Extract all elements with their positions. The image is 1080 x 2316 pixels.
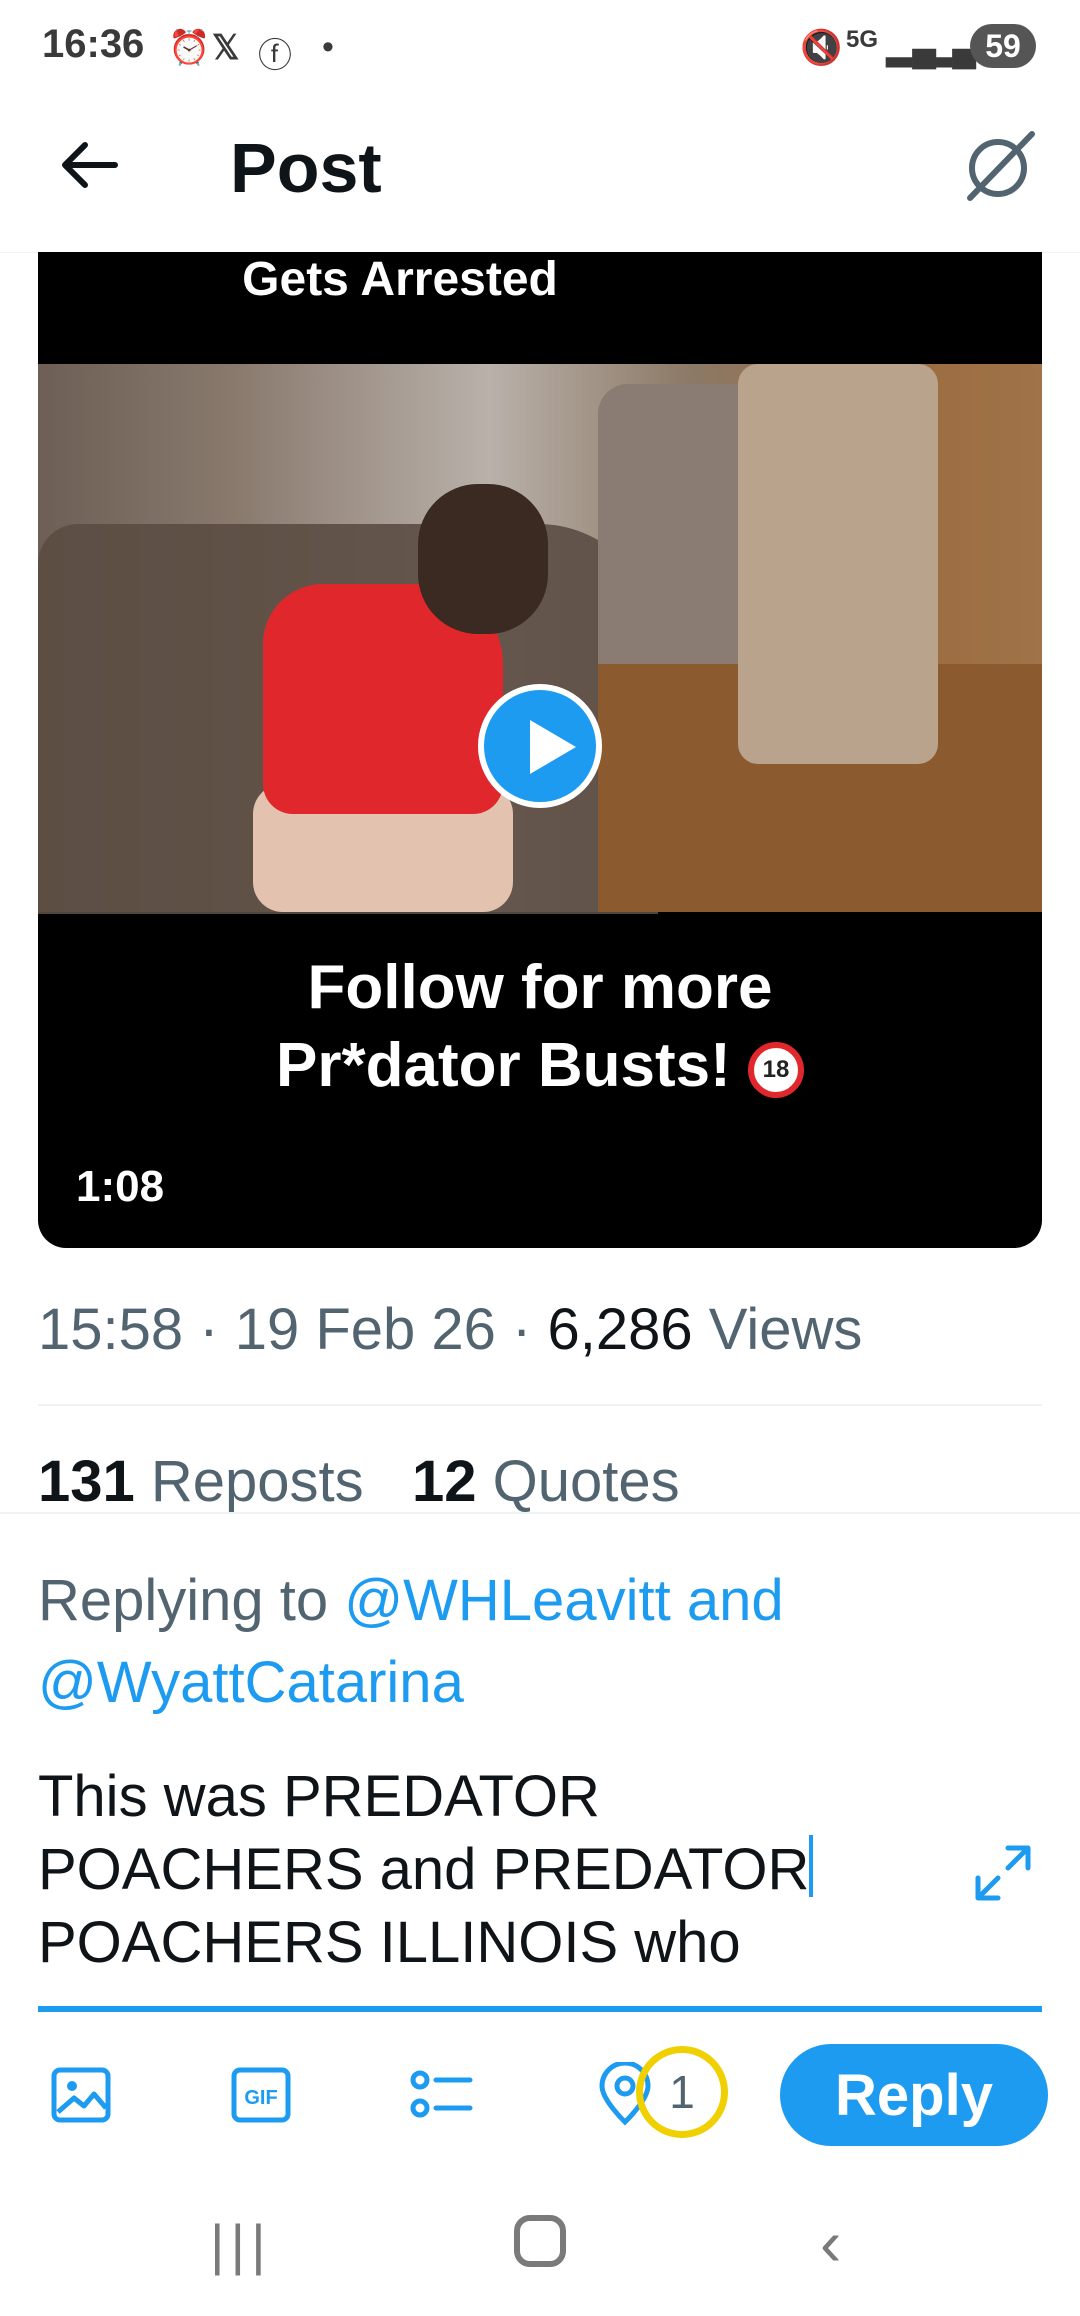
poll-icon[interactable] bbox=[408, 2062, 474, 2128]
dot-icon: • bbox=[322, 28, 334, 66]
play-icon bbox=[530, 720, 576, 774]
reply-text-line: This was PREDATOR bbox=[38, 1764, 600, 1829]
facebook-icon: ⓕ bbox=[258, 37, 292, 75]
input-underline bbox=[38, 2006, 1042, 2012]
mute-icon: 🔇 bbox=[800, 29, 843, 67]
x-icon: 𝕏 bbox=[212, 29, 240, 67]
views-count: 6,286 bbox=[547, 1297, 693, 1362]
video-thumbnail bbox=[38, 364, 1042, 914]
page-title: Post bbox=[230, 129, 382, 207]
video-top-caption: Gets Arrested bbox=[242, 253, 558, 306]
age-restricted-badge: 18 bbox=[747, 1041, 804, 1098]
video-duration: 1:08 bbox=[76, 1162, 165, 1211]
character-counter: 1 bbox=[636, 2046, 728, 2138]
reply-button[interactable]: Reply bbox=[780, 2044, 1048, 2146]
status-time: 16:36 bbox=[42, 22, 145, 66]
views-label: Views bbox=[692, 1297, 863, 1362]
mention-connector[interactable]: and bbox=[671, 1568, 784, 1633]
play-button[interactable] bbox=[478, 684, 602, 808]
image-icon[interactable] bbox=[48, 2062, 114, 2128]
video-caption-line1: Follow for more bbox=[307, 953, 773, 1022]
quotes-count: 12 bbox=[412, 1449, 477, 1514]
video-caption-line2-wrap: Pr*dator Busts! 18 bbox=[38, 1030, 1042, 1101]
reply-text-line: POACHERS ILLINOIS who bbox=[38, 1910, 741, 1975]
reposts-count: 131 bbox=[38, 1449, 135, 1514]
divider bbox=[0, 1512, 1080, 1514]
reposts-link[interactable]: 131 Reposts bbox=[38, 1449, 364, 1514]
reply-text-input[interactable]: This was PREDATOR POACHERS and PREDATOR … bbox=[38, 1760, 938, 1979]
recents-icon[interactable]: ||| bbox=[210, 2212, 272, 2277]
meta-separator: · bbox=[495, 1297, 548, 1362]
quotes-label: Quotes bbox=[476, 1449, 680, 1514]
reposts-label: Reposts bbox=[134, 1449, 364, 1514]
meta-separator: · bbox=[183, 1297, 235, 1362]
post-time: 15:58 bbox=[38, 1297, 184, 1362]
5g-icon: 5G bbox=[846, 26, 879, 53]
replying-to: Replying to @WHLeavitt and @WyattCatarin… bbox=[38, 1560, 938, 1724]
divider bbox=[38, 1404, 1042, 1406]
system-back-icon[interactable]: ‹ bbox=[820, 2206, 841, 2280]
replying-prefix: Replying to bbox=[38, 1568, 345, 1633]
alarm-icon: ⏰ bbox=[168, 29, 211, 67]
battery-indicator: 59 bbox=[970, 24, 1036, 68]
post-stats: 131 Reposts 12 Quotes bbox=[38, 1448, 680, 1515]
post-date: 19 Feb 26 bbox=[234, 1297, 496, 1362]
video-player[interactable]: Gets Arrested Follow for more Pr*dator B… bbox=[38, 252, 1042, 1248]
text-caret bbox=[809, 1835, 814, 1897]
video-top-bar: Gets Arrested bbox=[38, 252, 1042, 364]
expand-icon[interactable] bbox=[970, 1840, 1036, 1906]
standing-person-shape bbox=[738, 364, 938, 764]
mention-link[interactable]: @WHLeavitt bbox=[344, 1568, 670, 1633]
grok-icon[interactable] bbox=[960, 126, 1040, 206]
signal-icon: ▂▄ bbox=[926, 29, 977, 67]
home-icon[interactable] bbox=[514, 2215, 566, 2267]
post-meta: 15:58 · 19 Feb 26 · 6,286 Views bbox=[38, 1296, 862, 1363]
svg-text:GIF: GIF bbox=[244, 2087, 277, 2109]
status-bar: 16:36 ⏰ 𝕏 ⓕ • 🔇 5G ▂▄ ▂▄ 59 bbox=[0, 0, 1080, 96]
back-arrow-icon[interactable] bbox=[55, 130, 125, 200]
mention-link[interactable]: @WyattCatarina bbox=[38, 1650, 464, 1715]
post-header bbox=[0, 96, 1080, 253]
video-caption-line2: Pr*dator Busts! bbox=[276, 1031, 731, 1100]
reply-text-line: POACHERS and PREDATOR bbox=[38, 1837, 810, 1902]
person-head-shape bbox=[418, 484, 548, 634]
gif-icon[interactable]: GIF bbox=[228, 2062, 294, 2128]
quotes-link[interactable]: 12 Quotes bbox=[412, 1449, 680, 1514]
